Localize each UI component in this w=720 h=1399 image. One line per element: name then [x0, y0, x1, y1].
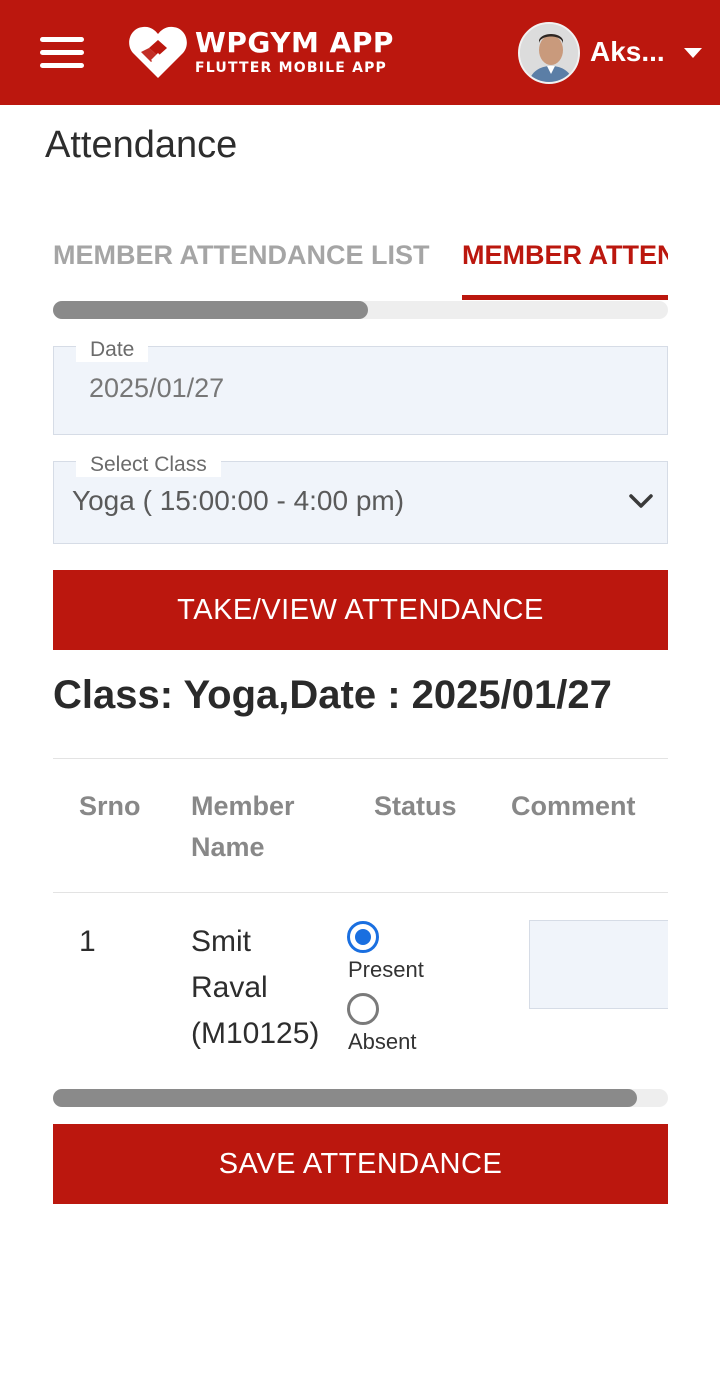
header-srno: Srno [79, 791, 141, 821]
class-date-heading: Class: Yoga,Date : 2025/01/27 [53, 673, 612, 717]
comment-input[interactable] [529, 920, 668, 1009]
tabs-scrollbar-thumb[interactable] [53, 301, 368, 319]
header-member-line1: Member [191, 791, 295, 821]
user-photo-icon [520, 24, 578, 82]
class-select[interactable]: Select Class Yoga ( 15:00:00 - 4:00 pm) [53, 453, 668, 544]
active-tab-indicator [462, 295, 668, 300]
date-label: Date [76, 338, 149, 362]
table-scrollbar[interactable] [53, 1089, 668, 1107]
attendance-table: Srno Member Name Status Comment 1 Smit R… [53, 758, 668, 1088]
table-scrollbar-thumb[interactable] [53, 1089, 637, 1107]
brand-title: WPGYM APP [195, 26, 394, 59]
tabs-scrollbar[interactable] [53, 301, 668, 319]
tab-member-attendance[interactable]: MEMBER ATTENDANCE [462, 240, 668, 302]
app-logo: WPGYM APP FLUTTER MOBILE APP [127, 22, 397, 84]
member-id: (M10125) [191, 1017, 320, 1050]
app-bar: WPGYM APP FLUTTER MOBILE APP Aks... [0, 0, 720, 105]
brand-subtitle: FLUTTER MOBILE APP [195, 60, 388, 76]
header-comment: Comment [511, 791, 636, 821]
save-attendance-button[interactable]: SAVE ATTENDANCE [53, 1124, 668, 1204]
class-value[interactable]: Yoga ( 15:00:00 - 4:00 pm) [72, 485, 404, 517]
menu-icon[interactable] [38, 35, 86, 71]
avatar[interactable] [518, 22, 580, 84]
header-member-line2: Name [191, 832, 265, 862]
present-radio[interactable] [347, 921, 379, 953]
date-value[interactable]: 2025/01/27 [89, 373, 224, 404]
heart-logo-icon [129, 26, 187, 78]
member-last-name: Raval [191, 971, 268, 1004]
member-first-name: Smit [191, 925, 251, 958]
chevron-down-icon[interactable] [628, 492, 654, 510]
page-title: Attendance [45, 124, 238, 166]
table-divider [53, 892, 668, 893]
tab-member-attendance-list[interactable]: MEMBER ATTENDANCE LIST [53, 240, 429, 271]
user-name[interactable]: Aks... [590, 36, 665, 68]
cell-member-name: Smit Raval (M10125) [191, 919, 319, 1057]
present-label[interactable]: Present [348, 957, 424, 983]
header-member-name: Member Name [191, 786, 295, 868]
date-field[interactable]: Date 2025/01/27 [53, 338, 668, 435]
cell-srno: 1 [79, 925, 96, 958]
take-view-attendance-button[interactable]: TAKE/VIEW ATTENDANCE [53, 570, 668, 650]
class-label: Select Class [76, 453, 221, 477]
absent-radio[interactable] [347, 993, 379, 1025]
chevron-down-icon[interactable] [684, 48, 702, 58]
absent-label[interactable]: Absent [348, 1029, 417, 1055]
header-status: Status [374, 791, 457, 821]
